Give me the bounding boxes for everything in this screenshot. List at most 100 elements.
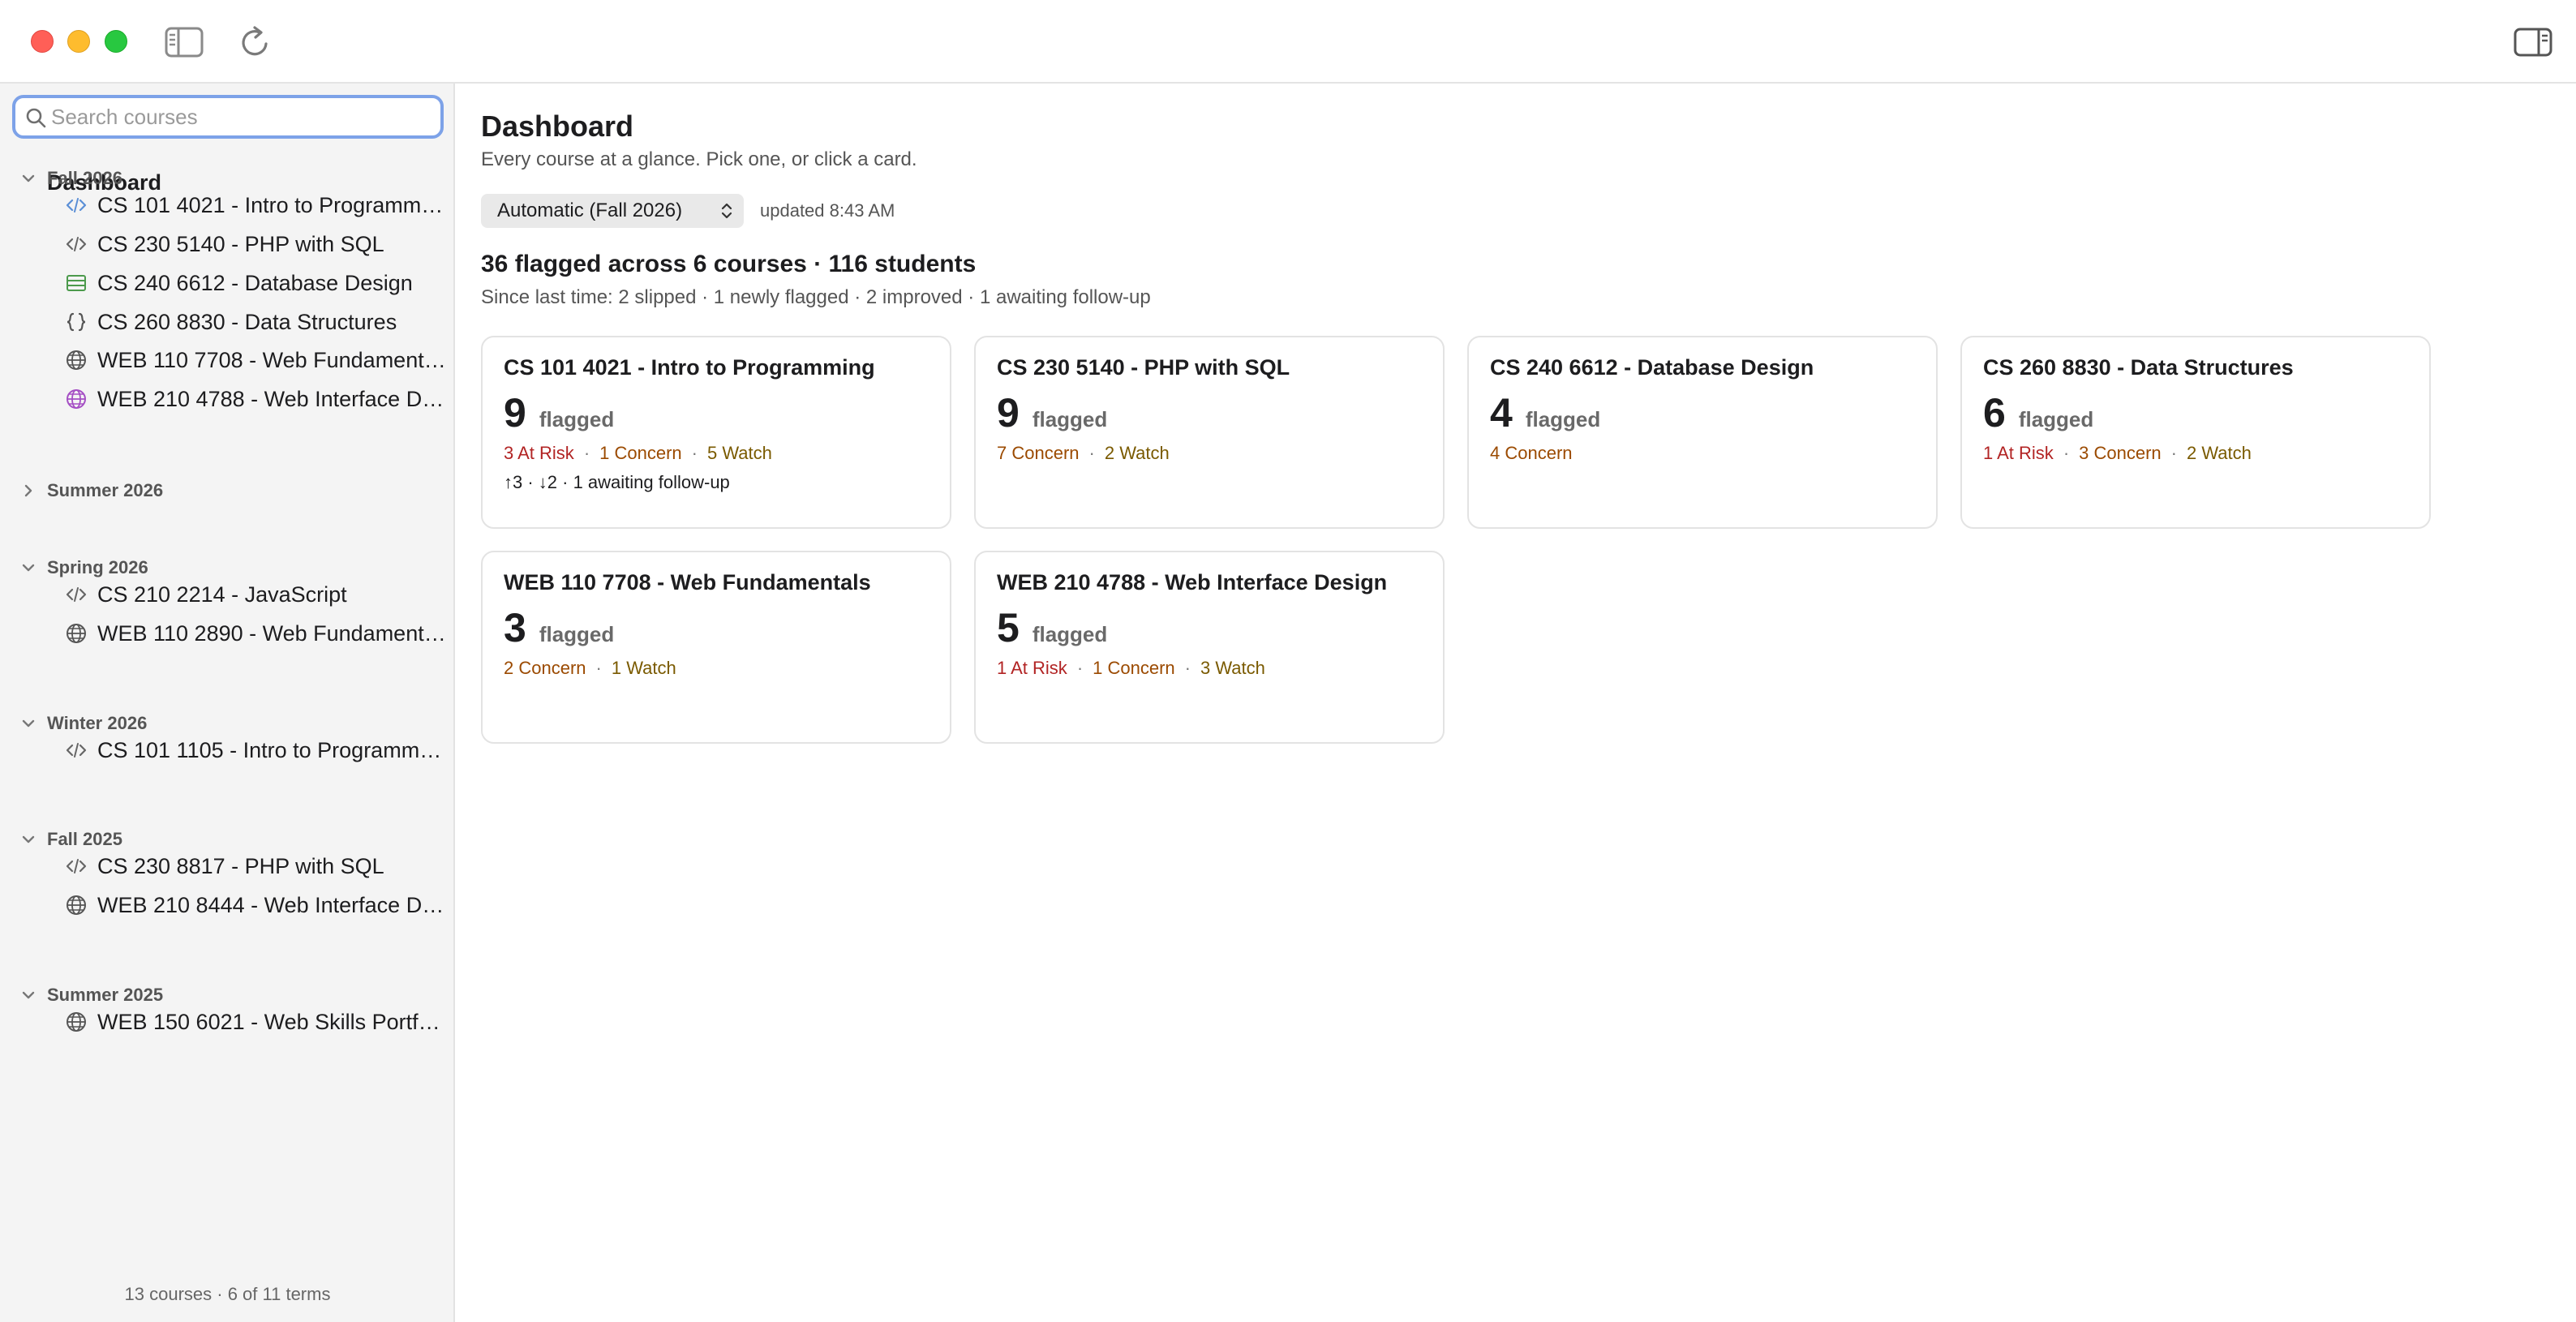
title-bar <box>0 0 2576 84</box>
chevron-down-icon[interactable] <box>18 557 39 578</box>
code-icon <box>65 855 88 878</box>
term-header-summer-2026[interactable]: Summer 2026 <box>18 477 163 504</box>
concern-count: 3 Concern <box>2079 443 2162 463</box>
course-label: CS 230 8817 - PHP with SQL <box>97 853 384 878</box>
watch-count: 5 Watch <box>706 443 772 463</box>
concern-count: 7 Concern <box>997 443 1080 463</box>
sidebar-item-course[interactable]: CS 101 4021 - Intro to Programming <box>65 189 446 221</box>
course-label: WEB 210 4788 - Web Interface Design <box>97 386 446 411</box>
flagged-number: 5 <box>997 605 1020 650</box>
chevron-right-icon[interactable] <box>18 480 39 501</box>
term-header-fall-2026[interactable]: Fall 2026 <box>18 165 122 192</box>
sidebar-item-course[interactable]: WEB 210 8444 - Web Interface Design <box>65 889 446 921</box>
app-window: Dashboard Fall 2026 CS 101 4021 - Intro t… <box>0 0 2576 1322</box>
toggle-inspector-icon[interactable] <box>2513 24 2553 60</box>
course-label: CS 240 6612 - Database Design <box>97 270 413 295</box>
concern-count: 4 Concern <box>1490 443 1573 463</box>
toggle-sidebar-icon[interactable] <box>164 24 204 60</box>
flagged-number: 9 <box>997 390 1020 436</box>
page-title: Dashboard <box>481 109 634 143</box>
course-label: CS 101 4021 - Intro to Programming <box>97 192 446 217</box>
card-title: CS 101 4021 - Intro to Programming <box>504 355 875 380</box>
zoom-window-button[interactable] <box>105 30 127 53</box>
tag-separator: · <box>595 658 602 678</box>
updated-timestamp: updated 8:43 AM <box>760 200 895 221</box>
course-card[interactable]: CS 260 8830 - Data Structures 6 flagged 1 A… <box>1960 336 2431 529</box>
sidebar-item-course[interactable]: WEB 110 7708 - Web Fundamentals <box>65 344 446 376</box>
sidebar-item-course[interactable]: CS 101 1105 - Intro to Programming <box>65 734 446 766</box>
term-header-spring-2026[interactable]: Spring 2026 <box>18 554 148 582</box>
tag-separator: · <box>1076 658 1084 678</box>
globe-icon <box>65 388 88 410</box>
sidebar-item-course[interactable]: CS 230 5140 - PHP with SQL <box>65 228 446 260</box>
close-window-button[interactable] <box>31 30 54 53</box>
term-header-winter-2026[interactable]: Winter 2026 <box>18 710 147 737</box>
term-label: Summer 2025 <box>47 985 164 1005</box>
concern-count: 2 Concern <box>504 658 586 678</box>
card-title: WEB 110 7708 - Web Fundamentals <box>504 570 871 594</box>
card-title: CS 230 5140 - PHP with SQL <box>997 355 1290 380</box>
flagged-count: 6 flagged <box>1983 389 2093 436</box>
risk-count: 1 At Risk <box>997 658 1067 678</box>
code-icon <box>65 233 88 255</box>
chevron-down-icon[interactable] <box>18 829 39 850</box>
flagged-count: 9 flagged <box>997 389 1107 436</box>
code-icon <box>65 739 88 762</box>
search-field[interactable] <box>12 95 444 139</box>
card-title: WEB 210 4788 - Web Interface Design <box>997 570 1388 594</box>
course-label: CS 230 5140 - PHP with SQL <box>97 231 384 256</box>
summary-title: 36 flagged across 6 courses · 116 studen… <box>481 251 977 277</box>
flagged-count: 5 flagged <box>997 604 1107 651</box>
flagged-count: 9 flagged <box>504 389 614 436</box>
globe-icon <box>65 349 88 371</box>
course-label: CS 260 8830 - Data Structures <box>97 309 397 334</box>
sidebar-item-course[interactable]: CS 210 2214 - JavaScript <box>65 578 446 611</box>
sidebar-item-course[interactable]: WEB 110 2890 - Web Fundamentals <box>65 617 446 650</box>
concern-count: 1 Concern <box>599 443 682 463</box>
tag-separator: · <box>691 443 698 463</box>
card-status-tags: 1 At Risk · 1 Concern · 3 Watch <box>997 658 1265 679</box>
course-card[interactable]: CS 230 5140 - PHP with SQL 9 flagged 7 Conc… <box>974 336 1445 529</box>
search-input[interactable] <box>51 101 432 132</box>
sidebar-footer-count: 13 courses · 6 of 11 terms <box>124 1284 331 1304</box>
card-status-tags: 1 At Risk · 3 Concern · 2 Watch <box>1983 443 2252 464</box>
card-trend: ↑3 · ↓2 · 1 awaiting follow-up <box>504 472 730 492</box>
term-label: Fall 2025 <box>47 829 122 849</box>
flagged-count: 4 flagged <box>1490 389 1600 436</box>
course-card[interactable]: WEB 210 4788 - Web Interface Design 5 flag… <box>974 551 1445 744</box>
term-header-summer-2025[interactable]: Summer 2025 <box>18 981 163 1009</box>
card-title: CS 240 6612 - Database Design <box>1490 355 1814 380</box>
reload-icon[interactable] <box>235 24 276 60</box>
tag-separator: · <box>583 443 590 463</box>
sidebar-item-course[interactable]: CS 240 6612 - Database Design <box>65 267 446 299</box>
chevron-down-icon[interactable] <box>18 168 39 189</box>
code-icon <box>65 583 88 606</box>
flagged-label: flagged <box>2018 407 2094 431</box>
sidebar: Dashboard Fall 2026CS 101 4021 - Intro t… <box>0 84 455 1322</box>
card-status-tags: 7 Concern · 2 Watch <box>997 443 1170 464</box>
chevron-down-icon[interactable] <box>18 713 39 734</box>
course-card[interactable]: WEB 110 7708 - Web Fundamentals 3 flagged 2… <box>481 551 951 744</box>
minimize-window-button[interactable] <box>67 30 90 53</box>
watch-count: 3 Watch <box>1200 658 1265 678</box>
watch-count: 1 Watch <box>611 658 676 678</box>
page-subtitle: Every course at a glance. Pick one, or c… <box>481 148 917 170</box>
term-select[interactable]: Automatic (Fall 2026) <box>481 194 744 228</box>
chevron-down-icon[interactable] <box>18 985 39 1006</box>
watch-count: 2 Watch <box>2186 443 2252 463</box>
flagged-label: flagged <box>1032 407 1108 431</box>
card-title: CS 260 8830 - Data Structures <box>1983 355 2294 380</box>
table-icon <box>65 272 88 294</box>
sidebar-item-course[interactable]: CS 260 8830 - Data Structures <box>65 306 446 338</box>
sidebar-item-course[interactable]: CS 230 8817 - PHP with SQL <box>65 850 446 882</box>
card-status-tags: 3 At Risk · 1 Concern · 5 Watch <box>504 443 772 464</box>
course-card[interactable]: CS 101 4021 - Intro to Programming 9 flagg… <box>481 336 951 529</box>
tag-separator: · <box>1088 443 1095 463</box>
sidebar-item-course[interactable]: WEB 150 6021 - Web Skills Portfolio <box>65 1006 446 1038</box>
card-status-tags: 2 Concern · 1 Watch <box>504 658 676 679</box>
term-header-fall-2025[interactable]: Fall 2025 <box>18 826 122 853</box>
flagged-count: 3 flagged <box>504 604 614 651</box>
course-card[interactable]: CS 240 6612 - Database Design 4 flagged 4 C… <box>1467 336 1938 529</box>
sidebar-item-course[interactable]: WEB 210 4788 - Web Interface Design <box>65 383 446 415</box>
term-label: Summer 2026 <box>47 480 164 500</box>
